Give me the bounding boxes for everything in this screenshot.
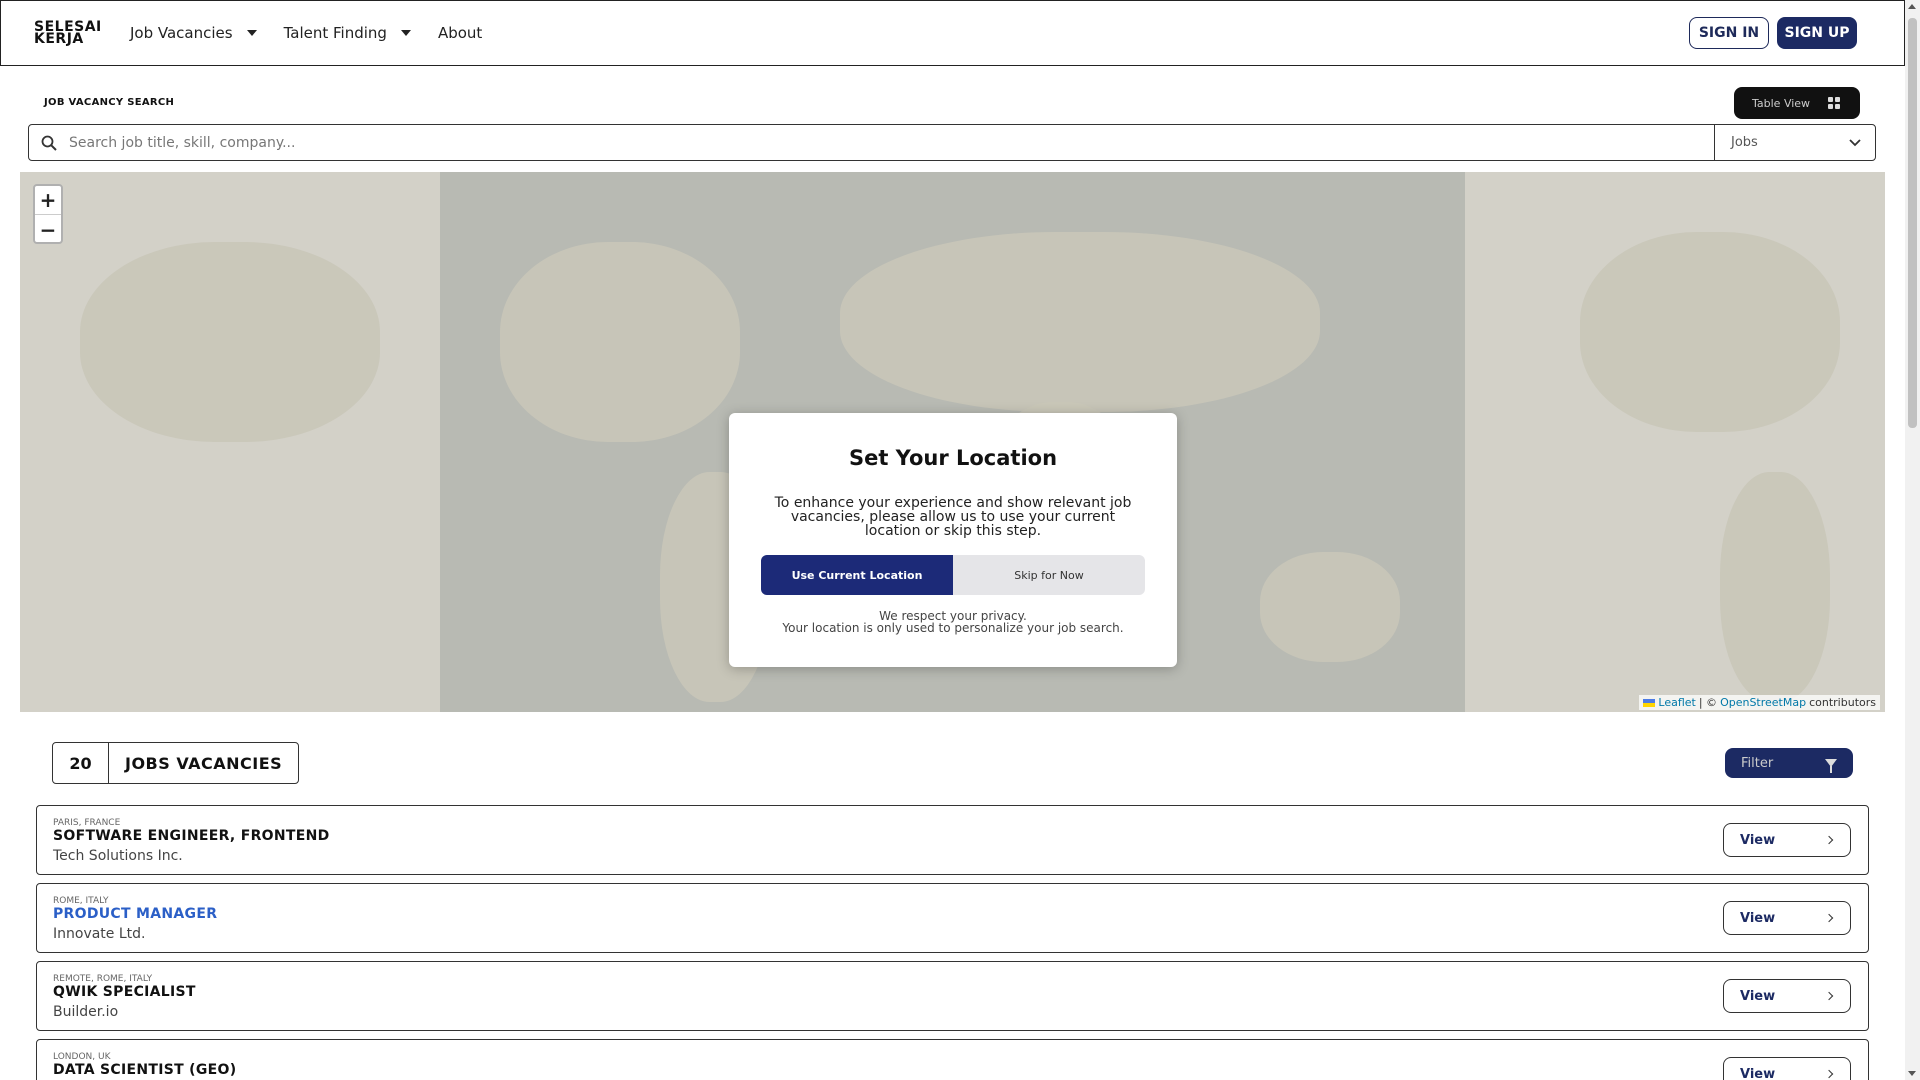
job-location: REMOTE, ROME, ITALY [53, 974, 153, 984]
nav-talent-finding-label: Talent Finding [283, 24, 387, 42]
job-location: LONDON, UK [53, 1052, 111, 1062]
sign-up-button[interactable]: SIGN UP [1777, 17, 1857, 49]
page-scrollbar[interactable] [1905, 0, 1920, 1080]
zoom-in-button[interactable]: + [35, 186, 61, 215]
use-current-location-button[interactable]: Use Current Location [761, 555, 953, 595]
map-landmass [840, 232, 1320, 412]
chevron-down-icon [1849, 138, 1861, 146]
job-card[interactable]: ROME, ITALY PRODUCT MANAGER Innovate Ltd… [36, 883, 1869, 953]
privacy-line-2: Your location is only used to personaliz… [782, 621, 1124, 635]
section-title: JOB VACANCY SEARCH [44, 97, 175, 108]
map-landmass [80, 242, 380, 442]
view-button[interactable]: View [1723, 901, 1851, 935]
skip-button[interactable]: Skip for Now [953, 555, 1145, 595]
filter-button[interactable]: Filter [1725, 748, 1853, 778]
ukraine-flag-icon [1643, 698, 1656, 707]
table-view-label: Table View [1752, 96, 1811, 110]
modal-title: Set Your Location [848, 446, 1058, 470]
top-navbar: SELESAI KERJA Job Vacancies Talent Findi… [0, 0, 1905, 66]
logo[interactable]: SELESAI KERJA [34, 20, 102, 46]
zoom-out-button[interactable]: − [35, 215, 61, 244]
leaflet-link[interactable]: Leaflet [1658, 696, 1695, 709]
view-label: View [1740, 988, 1776, 1004]
nav-about-label: About [437, 24, 483, 42]
attribution-separator: | © [1698, 696, 1718, 709]
view-button[interactable]: View [1723, 1057, 1851, 1080]
filter-icon [1825, 759, 1837, 773]
chevron-right-icon [1824, 1069, 1834, 1079]
nav-talent-finding[interactable]: Talent Finding [284, 24, 411, 42]
search-bar: Jobs [28, 124, 1876, 161]
job-card[interactable]: LONDON, UK DATA SCIENTIST (GEO) View [36, 1039, 1869, 1080]
map-landmass [500, 242, 740, 442]
scroll-thumb[interactable] [1908, 18, 1917, 428]
nav-about[interactable]: About [438, 24, 482, 42]
job-location: ROME, ITALY [53, 896, 109, 906]
nav-job-vacancies-label: Job Vacancies [130, 24, 233, 42]
search-icon [41, 135, 57, 151]
table-view-button[interactable]: Table View [1734, 87, 1860, 119]
map-landmass [1720, 472, 1830, 702]
scroll-up-icon[interactable] [1908, 4, 1916, 9]
osm-link[interactable]: OpenStreetMap [1720, 696, 1806, 709]
job-company: Tech Solutions Inc. [53, 848, 183, 864]
view-label: View [1740, 1066, 1776, 1080]
view-button[interactable]: View [1723, 979, 1851, 1013]
job-company: Builder.io [53, 1004, 119, 1020]
grid-icon [1828, 97, 1841, 109]
category-select-value: Jobs [1731, 135, 1758, 150]
chevron-right-icon [1824, 913, 1834, 923]
map-attribution: Leaflet | © OpenStreetMap contributors [1639, 695, 1880, 710]
modal-description: To enhance your experience and show rele… [774, 495, 1132, 539]
job-location: PARIS, FRANCE [53, 818, 121, 828]
nav-job-vacancies[interactable]: Job Vacancies [130, 24, 257, 42]
job-card[interactable]: PARIS, FRANCE SOFTWARE ENGINEER, FRONTEN… [36, 805, 1869, 875]
filter-label: Filter [1741, 755, 1774, 771]
job-title[interactable]: SOFTWARE ENGINEER, FRONTEND [53, 828, 330, 844]
job-title[interactable]: DATA SCIENTIST (GEO) [53, 1062, 236, 1078]
scroll-down-icon[interactable] [1908, 1071, 1916, 1076]
map-landmass [1260, 552, 1400, 662]
attribution-suffix: contributors [1809, 696, 1876, 709]
caret-down-icon [400, 30, 411, 36]
view-button[interactable]: View [1723, 823, 1851, 857]
job-title[interactable]: PRODUCT MANAGER [53, 906, 217, 922]
map-landmass [1580, 232, 1840, 432]
chevron-right-icon [1824, 991, 1834, 1001]
job-title[interactable]: QWIK SPECIALIST [53, 984, 196, 1000]
caret-down-icon [246, 30, 257, 36]
results-count-number: 20 [53, 743, 109, 783]
zoom-control: + − [33, 184, 63, 244]
privacy-note: We respect your privacy. Your location i… [729, 610, 1177, 634]
search-input[interactable] [69, 134, 1659, 151]
sign-in-button[interactable]: SIGN IN [1689, 17, 1769, 49]
location-modal: Set Your Location To enhance your experi… [729, 413, 1177, 667]
modal-button-group: Use Current Location Skip for Now [761, 555, 1145, 595]
view-label: View [1740, 832, 1776, 848]
search-field-wrapper [29, 125, 1715, 160]
main-nav: Job Vacancies Talent Finding About [130, 1, 482, 65]
results-count: 20 JOBS VACANCIES [52, 742, 300, 784]
results-count-label: JOBS VACANCIES [125, 753, 283, 773]
view-label: View [1740, 910, 1776, 926]
job-company: Innovate Ltd. [53, 926, 146, 942]
job-card[interactable]: REMOTE, ROME, ITALY QWIK SPECIALIST Buil… [36, 961, 1869, 1031]
chevron-right-icon [1824, 835, 1834, 845]
category-select[interactable]: Jobs [1715, 125, 1875, 160]
